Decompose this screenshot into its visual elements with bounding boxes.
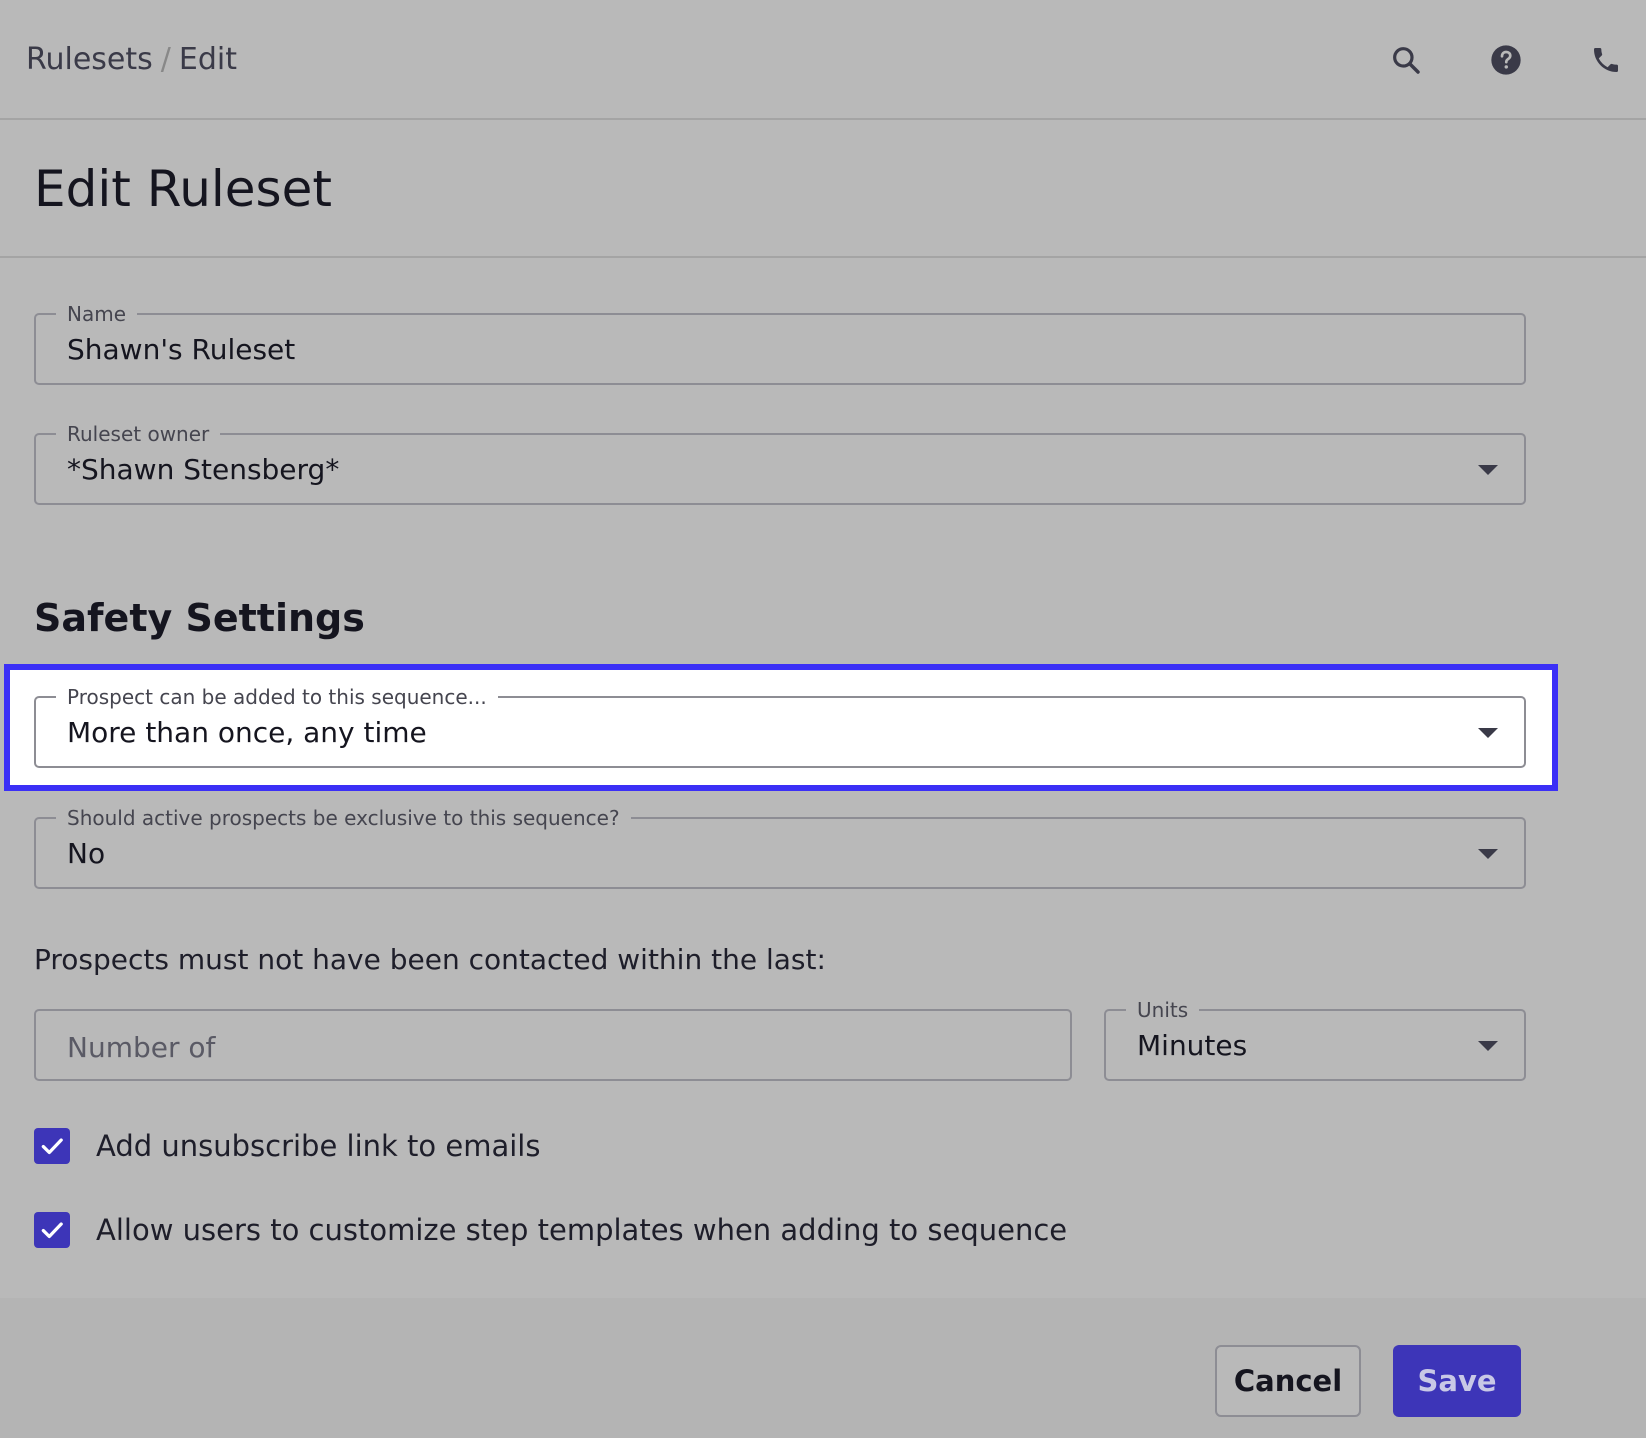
page-title: Edit Ruleset [34, 160, 332, 218]
ruleset-owner-select[interactable]: Ruleset owner *Shawn Stensberg* [34, 421, 1526, 505]
units-select[interactable]: Units Minutes [1104, 997, 1526, 1081]
chevron-down-icon [1478, 849, 1498, 859]
exclusive-select[interactable]: Should active prospects be exclusive to … [34, 805, 1526, 889]
ruleset-owner-label: Ruleset owner [56, 421, 221, 447]
contacted-within-text: Prospects must not have been contacted w… [34, 943, 826, 976]
breadcrumb-current: Edit [178, 42, 238, 77]
units-label: Units [1126, 997, 1200, 1023]
prospect-added-select[interactable]: Prospect can be added to this sequence..… [34, 684, 1526, 768]
checkmark-icon [41, 1138, 63, 1155]
search-icon[interactable] [1384, 38, 1428, 82]
phone-icon[interactable] [1584, 38, 1628, 82]
help-icon[interactable] [1484, 38, 1528, 82]
safety-settings-heading: Safety Settings [34, 596, 365, 640]
name-field-label: Name [56, 301, 138, 327]
units-value: Minutes [1137, 1029, 1248, 1062]
breadcrumb: Rulesets / Edit [26, 42, 237, 77]
exclusive-value: No [67, 837, 106, 870]
page-header: Edit Ruleset [0, 120, 1646, 258]
name-field[interactable]: Name Shawn's Ruleset [34, 301, 1526, 385]
prospect-added-label: Prospect can be added to this sequence..… [56, 684, 498, 710]
customize-templates-label: Allow users to customize step templates … [96, 1213, 1068, 1247]
save-button[interactable]: Save [1393, 1345, 1521, 1417]
exclusive-label: Should active prospects be exclusive to … [56, 805, 631, 831]
number-of-input[interactable]: Number of [34, 1009, 1072, 1081]
chevron-down-icon [1478, 465, 1498, 475]
number-of-placeholder: Number of [67, 1031, 216, 1064]
footer-actions: Cancel Save [0, 1298, 1646, 1438]
customize-templates-option[interactable]: Allow users to customize step templates … [34, 1212, 1067, 1248]
highlight-box: Prospect can be added to this sequence..… [4, 664, 1558, 791]
breadcrumb-rulesets-link[interactable]: Rulesets [26, 42, 153, 77]
unsubscribe-link-checkbox[interactable] [34, 1128, 70, 1164]
unsubscribe-link-option[interactable]: Add unsubscribe link to emails [34, 1128, 540, 1164]
checkmark-icon [41, 1222, 63, 1239]
name-field-value: Shawn's Ruleset [67, 333, 296, 366]
prospect-added-value: More than once, any time [67, 716, 427, 749]
chevron-down-icon [1478, 1041, 1498, 1051]
chevron-down-icon [1478, 728, 1498, 738]
ruleset-owner-value: *Shawn Stensberg* [67, 453, 340, 486]
cancel-button[interactable]: Cancel [1215, 1345, 1361, 1417]
unsubscribe-link-label: Add unsubscribe link to emails [96, 1129, 541, 1163]
customize-templates-checkbox[interactable] [34, 1212, 70, 1248]
top-bar: Rulesets / Edit [0, 0, 1646, 120]
breadcrumb-separator: / [160, 42, 171, 77]
